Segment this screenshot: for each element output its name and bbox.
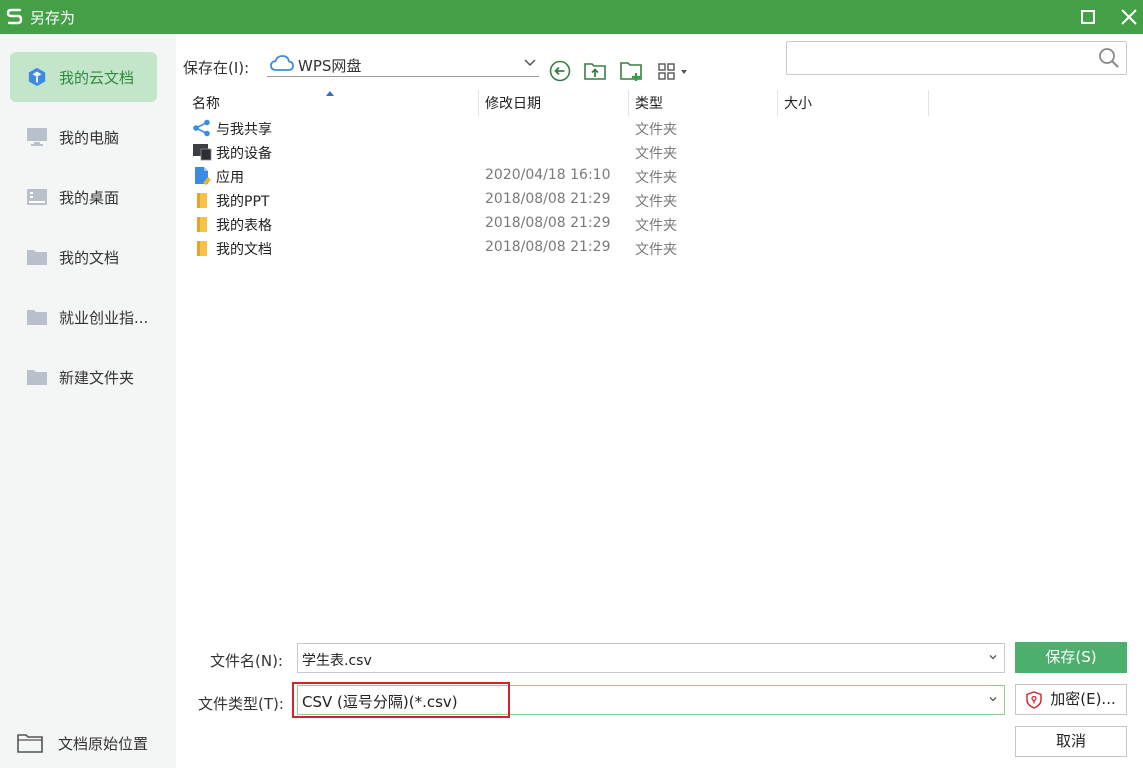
- file-row-shared[interactable]: 与我共享 文件夹: [192, 116, 952, 140]
- column-header-name[interactable]: 名称: [192, 93, 220, 117]
- file-type: 文件夹: [635, 122, 677, 138]
- file-type: 文件夹: [635, 194, 677, 210]
- file-date: 2018/08/08 21:29: [485, 215, 611, 231]
- sort-ascending-icon: [326, 91, 334, 96]
- folder-icon: [197, 217, 207, 232]
- file-name: 与我共享: [216, 122, 272, 138]
- wps-logo-icon: [6, 8, 23, 25]
- file-type: 文件夹: [635, 146, 677, 162]
- file-row-my-docs[interactable]: 我的文档 2018/08/08 21:29 文件夹: [192, 236, 952, 260]
- file-date: 2020/04/18 16:10: [485, 167, 611, 183]
- window-title: 另存为: [30, 9, 76, 27]
- filename-value: 学生表.csv: [302, 653, 372, 669]
- column-divider[interactable]: [478, 90, 479, 116]
- column-divider[interactable]: [928, 90, 929, 116]
- folder-icon: [27, 250, 47, 265]
- file-name: 我的文档: [216, 242, 272, 258]
- filename-input[interactable]: 学生表.csv: [297, 643, 1005, 673]
- file-row-devices[interactable]: 我的设备 文件夹: [192, 140, 952, 164]
- filename-label: 文件名(N):: [210, 652, 283, 670]
- sidebar-item-label: 新建文件夹: [59, 369, 135, 387]
- file-name: 我的表格: [216, 218, 272, 234]
- file-name: 应用: [216, 170, 244, 186]
- share-icon: [193, 119, 210, 137]
- cloud-docs-icon: [28, 67, 46, 87]
- sidebar-item-new-folder[interactable]: 新建文件夹: [10, 352, 157, 402]
- new-folder-icon[interactable]: [618, 58, 644, 84]
- file-type: 文件夹: [635, 170, 677, 186]
- sidebar: 我的云文档 我的电脑 我的桌面 我的文档 就业创业指... 新建文件夹 文档原始…: [0, 34, 176, 768]
- encrypt-button[interactable]: 加密(E)...: [1015, 684, 1127, 715]
- sidebar-item-my-documents[interactable]: 我的文档: [10, 232, 157, 282]
- search-icon[interactable]: [1098, 47, 1120, 69]
- sidebar-item-computer[interactable]: 我的电脑: [10, 112, 157, 162]
- file-type: 文件夹: [635, 242, 677, 258]
- title-bar: 另存为: [0, 0, 1143, 34]
- sidebar-item-label: 我的文档: [59, 249, 120, 267]
- sidebar-item-desktop[interactable]: 我的桌面: [10, 172, 157, 222]
- file-date: 2018/08/08 21:29: [485, 239, 611, 255]
- sidebar-item-label: 我的云文档: [59, 69, 135, 87]
- encrypt-button-label: 加密(E)...: [1050, 690, 1116, 708]
- back-icon[interactable]: [547, 58, 573, 84]
- main-panel: 保存在(I): WPS网盘 名称 修改日期 类型 大小 与我共享 文件夹 我的设…: [176, 34, 1143, 768]
- file-row-my-sheets[interactable]: 我的表格 2018/08/08 21:29 文件夹: [192, 212, 952, 236]
- cancel-button[interactable]: 取消: [1015, 726, 1127, 757]
- cloud-icon: [270, 55, 294, 71]
- view-options-icon[interactable]: [656, 58, 692, 84]
- maximize-icon[interactable]: [1076, 5, 1100, 29]
- chevron-down-icon[interactable]: [988, 694, 998, 704]
- file-name: 我的设备: [216, 146, 272, 162]
- folder-outline-icon: [17, 734, 43, 753]
- sidebar-item-original-location[interactable]: 文档原始位置: [0, 730, 176, 760]
- shield-icon: [1026, 690, 1042, 709]
- folder-icon: [197, 193, 207, 208]
- sidebar-item-label: 就业创业指...: [59, 309, 149, 327]
- annotation-highlight-box: [292, 682, 510, 718]
- column-divider[interactable]: [777, 90, 778, 116]
- chevron-down-icon: [524, 59, 536, 67]
- location-dropdown[interactable]: WPS网盘: [267, 51, 539, 77]
- app-file-icon: [195, 167, 211, 185]
- file-date: 2018/08/08 21:29: [485, 191, 611, 207]
- folder-up-icon[interactable]: [582, 58, 608, 84]
- file-row-apps[interactable]: 应用 2020/04/18 16:10 文件夹: [192, 164, 952, 188]
- filetype-label: 文件类型(T):: [198, 695, 284, 713]
- file-row-my-ppt[interactable]: 我的PPT 2018/08/08 21:29 文件夹: [192, 188, 952, 212]
- sidebar-item-label: 我的电脑: [59, 129, 120, 147]
- desktop-icon: [27, 189, 47, 205]
- save-in-label: 保存在(I):: [183, 59, 250, 77]
- column-header-type[interactable]: 类型: [635, 93, 663, 117]
- location-value: WPS网盘: [298, 57, 362, 75]
- file-type: 文件夹: [635, 218, 677, 234]
- device-icon: [193, 144, 212, 161]
- column-header-size[interactable]: 大小: [784, 93, 812, 117]
- close-icon[interactable]: [1117, 5, 1141, 29]
- chevron-down-icon[interactable]: [988, 652, 998, 662]
- search-box[interactable]: [786, 41, 1127, 75]
- computer-icon: [27, 128, 47, 146]
- sidebar-item-career-guide[interactable]: 就业创业指...: [10, 292, 157, 342]
- folder-icon: [197, 241, 207, 256]
- sidebar-item-cloud-docs[interactable]: 我的云文档: [10, 52, 157, 102]
- column-header-date[interactable]: 修改日期: [485, 93, 541, 117]
- sidebar-item-label: 我的桌面: [59, 189, 120, 207]
- file-name: 我的PPT: [216, 194, 270, 210]
- save-button[interactable]: 保存(S): [1015, 642, 1127, 673]
- column-divider[interactable]: [628, 90, 629, 116]
- folder-icon: [27, 310, 47, 325]
- folder-icon: [27, 370, 47, 385]
- sidebar-bottom-label: 文档原始位置: [58, 735, 149, 753]
